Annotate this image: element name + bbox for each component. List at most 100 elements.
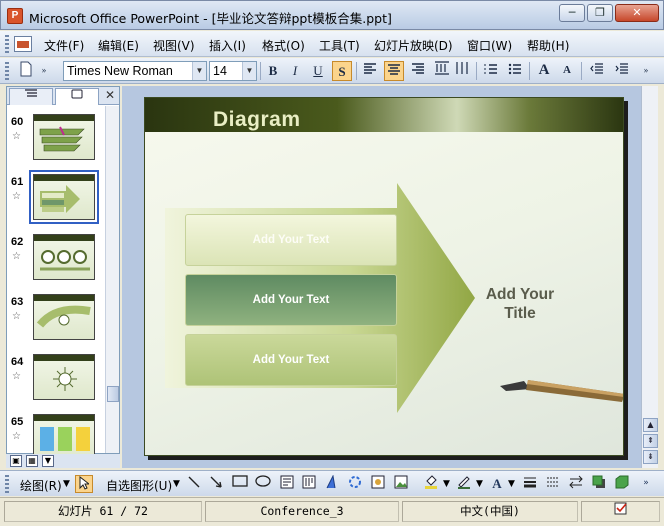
text-box-3[interactable]: Add Your Text: [185, 334, 397, 386]
bold-button[interactable]: B: [263, 61, 283, 81]
powerpoint-app-icon[interactable]: P: [7, 8, 23, 24]
current-slide[interactable]: Diagram Add Your Text Add Your Text Add …: [144, 97, 624, 456]
drawing-toolbar: 绘图(R) ▼ 自选图形(U) ▼ ▼ ▼ A ▼ »: [0, 470, 664, 496]
italic-button[interactable]: I: [285, 61, 305, 81]
text-box-1[interactable]: Add Your Text: [185, 214, 397, 266]
chevron-down-icon[interactable]: ▼: [476, 479, 483, 489]
increase-indent-icon[interactable]: [612, 61, 632, 81]
scrollbar-thumb[interactable]: [107, 386, 119, 402]
wordart-icon[interactable]: [323, 474, 341, 493]
slide-thumbnail-60[interactable]: 60 ☆: [7, 114, 107, 174]
new-document-icon[interactable]: [16, 61, 36, 81]
decrease-indent-icon[interactable]: [587, 61, 607, 81]
spelling-status-icon[interactable]: [581, 501, 660, 522]
chevron-down-icon[interactable]: ▼: [242, 62, 256, 80]
draw-menu-button[interactable]: 绘图(R): [20, 477, 62, 494]
bulleted-list-icon[interactable]: [505, 61, 525, 81]
menu-insert[interactable]: 插入(I): [209, 37, 246, 54]
toolbar-options-icon[interactable]: »: [640, 61, 652, 81]
previous-slide-icon[interactable]: ⇞: [643, 434, 658, 448]
toolbar-options-icon[interactable]: »: [640, 475, 652, 493]
thumbnail-image: [33, 354, 95, 400]
chevron-down-icon[interactable]: ▼: [192, 62, 206, 80]
line-icon[interactable]: [185, 475, 203, 493]
document-menu-icon[interactable]: [14, 36, 32, 52]
shadow-button[interactable]: S: [332, 61, 352, 81]
chevron-down-icon[interactable]: ▼: [63, 479, 70, 489]
tab-slides[interactable]: [55, 88, 99, 105]
slides-pane-scrollbar[interactable]: [105, 106, 119, 453]
scroll-up-icon[interactable]: ▲: [643, 418, 658, 432]
chevron-down-icon[interactable]: ▼: [508, 479, 515, 489]
arrow-line-icon[interactable]: [207, 475, 225, 493]
picture-icon[interactable]: [392, 475, 410, 493]
line-color-icon[interactable]: [455, 475, 473, 493]
slide-title[interactable]: Diagram: [213, 108, 301, 132]
vertical-text-box-icon[interactable]: [300, 475, 318, 493]
font-size-combo[interactable]: 14 ▼: [209, 61, 257, 81]
align-left-icon[interactable]: [360, 61, 380, 81]
normal-view-icon[interactable]: ▣: [10, 455, 22, 467]
transition-star-icon: ☆: [12, 431, 21, 442]
slide-vertical-scrollbar[interactable]: ▲ ⇞ ⇟: [641, 86, 658, 468]
distribute-icon[interactable]: [432, 61, 452, 81]
menu-view[interactable]: 视图(V): [153, 37, 195, 54]
align-right-icon[interactable]: [408, 61, 428, 81]
grow-font-button[interactable]: A: [534, 61, 554, 81]
menu-edit[interactable]: 编辑(E): [98, 37, 139, 54]
arrow-style-icon[interactable]: [567, 475, 585, 493]
transition-star-icon: ☆: [12, 371, 21, 382]
toolbar-grip[interactable]: [5, 475, 9, 493]
select-arrow-icon[interactable]: [75, 475, 93, 493]
menu-help[interactable]: 帮助(H): [527, 37, 569, 54]
font-name-combo[interactable]: Times New Roman ▼: [63, 61, 207, 81]
text-box-2[interactable]: Add Your Text: [185, 274, 397, 326]
oval-icon[interactable]: [254, 475, 272, 493]
close-icon[interactable]: ✕: [105, 88, 115, 102]
shrink-font-button[interactable]: A: [557, 61, 577, 81]
align-center-icon[interactable]: [384, 61, 404, 81]
transition-star-icon: ☆: [12, 311, 21, 322]
selected-slide-highlight: [29, 170, 99, 224]
3d-style-icon[interactable]: [613, 475, 631, 493]
numbered-list-icon[interactable]: [481, 61, 501, 81]
side-title[interactable]: Add Your Title: [470, 285, 570, 323]
menu-window[interactable]: 窗口(W): [467, 37, 512, 54]
column-icon[interactable]: [452, 61, 472, 81]
slide-sorter-icon[interactable]: ▦: [26, 455, 38, 467]
rectangle-icon[interactable]: [231, 475, 249, 493]
underline-button[interactable]: U: [308, 61, 328, 81]
slide-number: 65: [11, 416, 24, 428]
toolbar-grip[interactable]: [5, 35, 9, 53]
clip-art-icon[interactable]: [369, 475, 387, 493]
shadow-style-icon[interactable]: [590, 475, 608, 493]
language-indicator: 中文(中国): [402, 501, 578, 522]
tab-outline[interactable]: [9, 88, 53, 105]
font-color-icon[interactable]: A: [488, 475, 506, 493]
minimize-button[interactable]: ─: [559, 4, 585, 22]
line-style-icon[interactable]: [521, 475, 539, 493]
diagram-icon[interactable]: [346, 475, 364, 493]
slide-thumbnail-63[interactable]: 63 ☆: [7, 294, 107, 354]
close-button[interactable]: ✕: [615, 4, 659, 22]
slide-thumbnail-61[interactable]: 61 ☆: [7, 170, 107, 234]
toolbar-grip[interactable]: [5, 62, 9, 80]
slide-thumbnail-62[interactable]: 62 ☆: [7, 234, 107, 294]
toolbar-options-icon[interactable]: »: [38, 61, 50, 81]
slideshow-view-icon[interactable]: ▼: [42, 455, 54, 467]
menu-slideshow[interactable]: 幻灯片放映(D): [374, 37, 453, 54]
chevron-down-icon[interactable]: ▼: [173, 479, 180, 489]
menu-format[interactable]: 格式(O): [262, 37, 305, 54]
menu-file[interactable]: 文件(F): [44, 37, 84, 54]
slide-thumbnail-64[interactable]: 64 ☆: [7, 354, 107, 414]
window-title: Microsoft Office PowerPoint - [毕业论文答辩ppt…: [29, 11, 392, 26]
autoshapes-menu-button[interactable]: 自选图形(U): [106, 477, 172, 494]
text-box-icon[interactable]: [278, 475, 296, 493]
restore-button[interactable]: ❐: [587, 4, 613, 22]
chevron-down-icon[interactable]: ▼: [443, 479, 450, 489]
fill-color-icon[interactable]: [422, 475, 440, 493]
menu-tools[interactable]: 工具(T): [319, 37, 360, 54]
slide-editing-area: Diagram Add Your Text Add Your Text Add …: [122, 86, 641, 468]
dash-style-icon[interactable]: [544, 475, 562, 493]
next-slide-icon[interactable]: ⇟: [643, 450, 658, 464]
